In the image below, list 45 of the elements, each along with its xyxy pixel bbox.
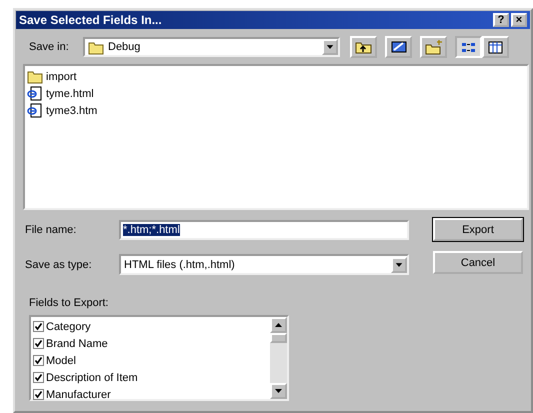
dialog-button[interactable]: Export bbox=[433, 218, 523, 241]
window-title: Save Selected Fields In... bbox=[19, 13, 163, 27]
field-item[interactable]: Manufacturer bbox=[46, 388, 111, 400]
folder-icon bbox=[27, 69, 43, 84]
dialog-button[interactable]: Cancel bbox=[433, 251, 523, 274]
scroll-thumb[interactable] bbox=[270, 333, 287, 343]
field-item[interactable]: Brand Name bbox=[46, 338, 108, 350]
scrollbar[interactable] bbox=[270, 317, 287, 399]
desktop-button[interactable] bbox=[385, 36, 412, 58]
save-in-label: Save in: bbox=[29, 41, 70, 53]
details-view-button[interactable] bbox=[482, 36, 509, 58]
checkbox[interactable] bbox=[33, 338, 44, 349]
help-button[interactable]: ? bbox=[493, 13, 509, 27]
desktop-icon bbox=[390, 39, 408, 55]
folder-icon bbox=[88, 40, 104, 54]
web-page-icon bbox=[27, 103, 43, 118]
checkbox[interactable] bbox=[33, 355, 44, 366]
new-folder-icon bbox=[424, 39, 442, 55]
field-item[interactable]: Category bbox=[46, 320, 91, 332]
field-item[interactable]: Description of Item bbox=[46, 372, 138, 384]
checkbox[interactable] bbox=[33, 321, 44, 332]
list-view-button[interactable] bbox=[455, 36, 482, 58]
checkbox[interactable] bbox=[33, 389, 44, 400]
file-item[interactable]: import bbox=[46, 70, 77, 82]
save-as-type-dropdown[interactable]: HTML files (.htm,.html) bbox=[119, 254, 409, 275]
file-item[interactable]: tyme3.htm bbox=[46, 104, 98, 116]
dropdown-button[interactable] bbox=[322, 39, 338, 55]
file-name-field[interactable]: *.htm;*.html bbox=[119, 220, 409, 240]
save-as-type-label: Save as type: bbox=[25, 258, 93, 270]
file-item[interactable]: tyme.html bbox=[46, 88, 94, 100]
field-item[interactable]: Model bbox=[46, 354, 76, 366]
save-in-dropdown[interactable]: Debug bbox=[83, 37, 340, 57]
scroll-up-button[interactable] bbox=[270, 317, 287, 333]
web-page-icon bbox=[27, 86, 43, 101]
up-folder-button[interactable] bbox=[350, 36, 377, 58]
dropdown-button[interactable] bbox=[391, 256, 407, 272]
details-view-icon bbox=[487, 40, 504, 54]
checkbox[interactable] bbox=[33, 372, 44, 383]
new-folder-button[interactable] bbox=[420, 36, 447, 58]
scroll-down-button[interactable] bbox=[270, 383, 287, 399]
fields-label: Fields to Export: bbox=[29, 297, 110, 309]
close-button[interactable]: × bbox=[511, 13, 527, 27]
file-name-label: File name: bbox=[25, 224, 78, 236]
scroll-down-icon bbox=[274, 387, 283, 395]
scroll-up-icon bbox=[274, 321, 283, 329]
